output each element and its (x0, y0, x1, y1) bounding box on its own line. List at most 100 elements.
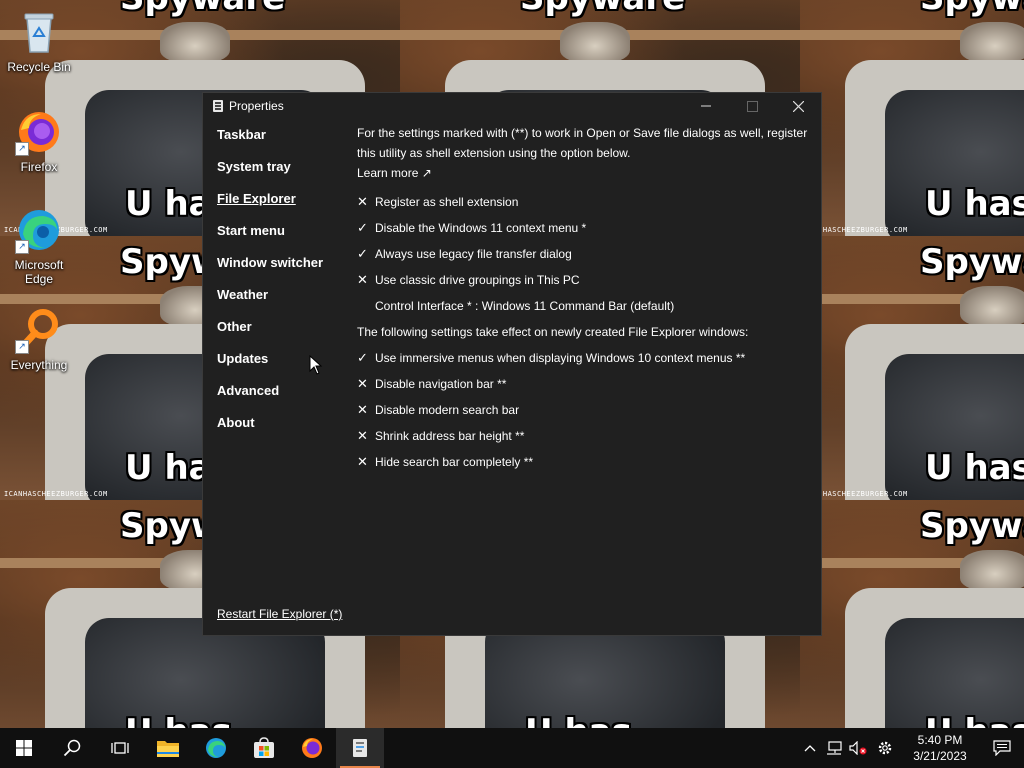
firefox-icon (302, 738, 322, 758)
show-hidden-icons-button[interactable] (798, 728, 822, 768)
microsoft-store-icon (254, 737, 274, 758)
shortcut-arrow-icon: ↗ (15, 340, 29, 354)
properties-app-icon (353, 739, 367, 757)
desktop-icon-edge[interactable]: ↗ Microsoft Edge (1, 206, 77, 286)
taskbar-edge[interactable] (192, 728, 240, 768)
nav-item-system-tray[interactable]: System tray (217, 155, 347, 187)
desktop-icon-everything[interactable]: ↗ Everything (1, 306, 77, 372)
option-state-icon: ✕ (357, 272, 368, 287)
shortcut-arrow-icon: ↗ (15, 240, 29, 254)
nav-item-weather[interactable]: Weather (217, 283, 347, 315)
option-label: Disable the Windows 11 context menu * (375, 221, 587, 235)
clock[interactable]: 5:40 PM 3/21/2023 (900, 732, 980, 764)
option-state-icon: ✕ (357, 376, 368, 391)
desktop-icon-label: Microsoft Edge (14, 258, 64, 286)
restart-file-explorer-link[interactable]: Restart File Explorer (*) (217, 607, 342, 621)
clock-time: 5:40 PM (917, 733, 963, 747)
chevron-up-icon (804, 745, 816, 752)
nav-item-about[interactable]: About (217, 411, 347, 443)
wallpaper-caption-top: Spyware (920, 0, 1024, 18)
minimize-icon (701, 105, 711, 107)
nav-item-advanced[interactable]: Advanced (217, 379, 347, 411)
nav-item-updates[interactable]: Updates (217, 347, 347, 379)
file-explorer-icon (157, 741, 179, 757)
network-button[interactable] (822, 728, 846, 768)
notifications-button[interactable] (980, 728, 1024, 768)
wallpaper-caption-bottom: U has (925, 184, 1024, 224)
recycle-bin-icon (15, 8, 63, 56)
wallpaper-tile: SpywareU hasICANHASCHEEZBURGER.COM (800, 236, 1024, 500)
option-state-icon: ✕ (357, 194, 368, 209)
wallpaper-tile: SpywareU hasICANHASCHEEZBURGER.COM (800, 500, 1024, 728)
option-disable-navigation-bar[interactable]: ✕ Disable navigation bar ** (357, 371, 809, 397)
option-label: Hide search bar completely ** (375, 455, 534, 469)
taskbar-microsoft-store[interactable] (240, 728, 288, 768)
settings-tray-button[interactable] (870, 728, 900, 768)
desktop-icon-label: Everything (10, 358, 68, 372)
minimize-button[interactable] (683, 93, 729, 119)
option-state-icon: ✓ (357, 220, 368, 235)
desktop-icon-firefox[interactable]: ↗ Firefox (1, 108, 77, 174)
wallpaper-caption-top: Spyware (920, 506, 1024, 546)
wallpaper-caption-bottom: U has (125, 712, 232, 728)
clock-date: 3/21/2023 (913, 749, 967, 763)
nav-item-taskbar[interactable]: Taskbar (217, 123, 347, 155)
section-note: The following settings take effect on ne… (357, 325, 749, 339)
properties-app-icon (213, 100, 223, 112)
wallpaper-caption-top: Spyware (520, 0, 685, 18)
control-interface-selector[interactable]: Control Interface * : Windows 11 Command… (357, 293, 809, 319)
close-icon (792, 100, 804, 112)
volume-button[interactable] (846, 728, 870, 768)
mouse-pointer-icon (309, 355, 323, 375)
start-button[interactable] (0, 728, 48, 768)
option-classic-drive-groupings[interactable]: ✕ Use classic drive groupings in This PC (357, 267, 809, 293)
taskbar-properties[interactable] (336, 728, 384, 768)
option-label: Always use legacy file transfer dialog (375, 247, 572, 261)
maximize-icon (746, 100, 758, 112)
option-immersive-menus[interactable]: ✓ Use immersive menus when displaying Wi… (357, 345, 809, 371)
file-explorer-settings: For the settings marked with (**) to wor… (357, 123, 809, 475)
taskbar: 5:40 PM 3/21/2023 (0, 728, 1024, 768)
wallpaper-watermark: ICANHASCHEEZBURGER.COM (4, 490, 108, 498)
taskbar-firefox[interactable] (288, 728, 336, 768)
shell-extension-intro: For the settings marked with (**) to wor… (357, 126, 808, 160)
option-disable-modern-search-bar[interactable]: ✕ Disable modern search bar (357, 397, 809, 423)
wallpaper-caption-bottom: U has (925, 712, 1024, 728)
maximize-button[interactable] (729, 93, 775, 119)
desktop-icon-label: Firefox (20, 160, 58, 174)
nav-item-window-switcher[interactable]: Window switcher (217, 251, 347, 283)
search-button[interactable] (48, 728, 96, 768)
option-legacy-file-transfer[interactable]: ✓ Always use legacy file transfer dialog (357, 241, 809, 267)
everything-search-icon: ↗ (15, 306, 63, 354)
task-view-button[interactable] (96, 728, 144, 768)
desktop-icon-recycle-bin[interactable]: Recycle Bin (1, 8, 77, 74)
volume-muted-icon (849, 741, 867, 755)
window-title: Properties (229, 99, 284, 113)
learn-more-link[interactable]: Learn more ↗ (357, 163, 809, 183)
notification-center-icon (993, 740, 1011, 756)
option-register-shell-extension[interactable]: ✕ Register as shell extension (357, 189, 809, 215)
option-state-icon: ✓ (357, 246, 368, 261)
option-shrink-address-bar[interactable]: ✕ Shrink address bar height ** (357, 423, 809, 449)
option-state-icon: ✕ (357, 428, 368, 443)
option-label: Disable modern search bar (375, 403, 520, 417)
option-label: Use immersive menus when displaying Wind… (375, 351, 746, 365)
nav-item-file-explorer[interactable]: File Explorer (217, 187, 347, 219)
window-titlebar[interactable]: Properties (203, 93, 821, 119)
taskbar-file-explorer[interactable] (144, 728, 192, 768)
windows-logo-icon (16, 740, 32, 756)
wallpaper-tile: SpywareU hasICANHASCHEEZBURGER.COM (800, 0, 1024, 236)
option-disable-win11-context-menu[interactable]: ✓ Disable the Windows 11 context menu * (357, 215, 809, 241)
network-icon (827, 741, 842, 755)
nav-item-start-menu[interactable]: Start menu (217, 219, 347, 251)
option-state-icon: ✓ (357, 350, 368, 365)
option-state-icon: ✕ (357, 402, 368, 417)
wallpaper-caption-bottom: U has (925, 448, 1024, 488)
option-hide-search-bar[interactable]: ✕ Hide search bar completely ** (357, 449, 809, 475)
gear-icon (878, 741, 892, 755)
nav-item-other[interactable]: Other (217, 315, 347, 347)
option-label: Disable navigation bar ** (375, 377, 507, 391)
close-button[interactable] (775, 93, 821, 119)
option-label: Shrink address bar height ** (375, 429, 525, 443)
desktop-icon-label: Recycle Bin (7, 60, 71, 74)
